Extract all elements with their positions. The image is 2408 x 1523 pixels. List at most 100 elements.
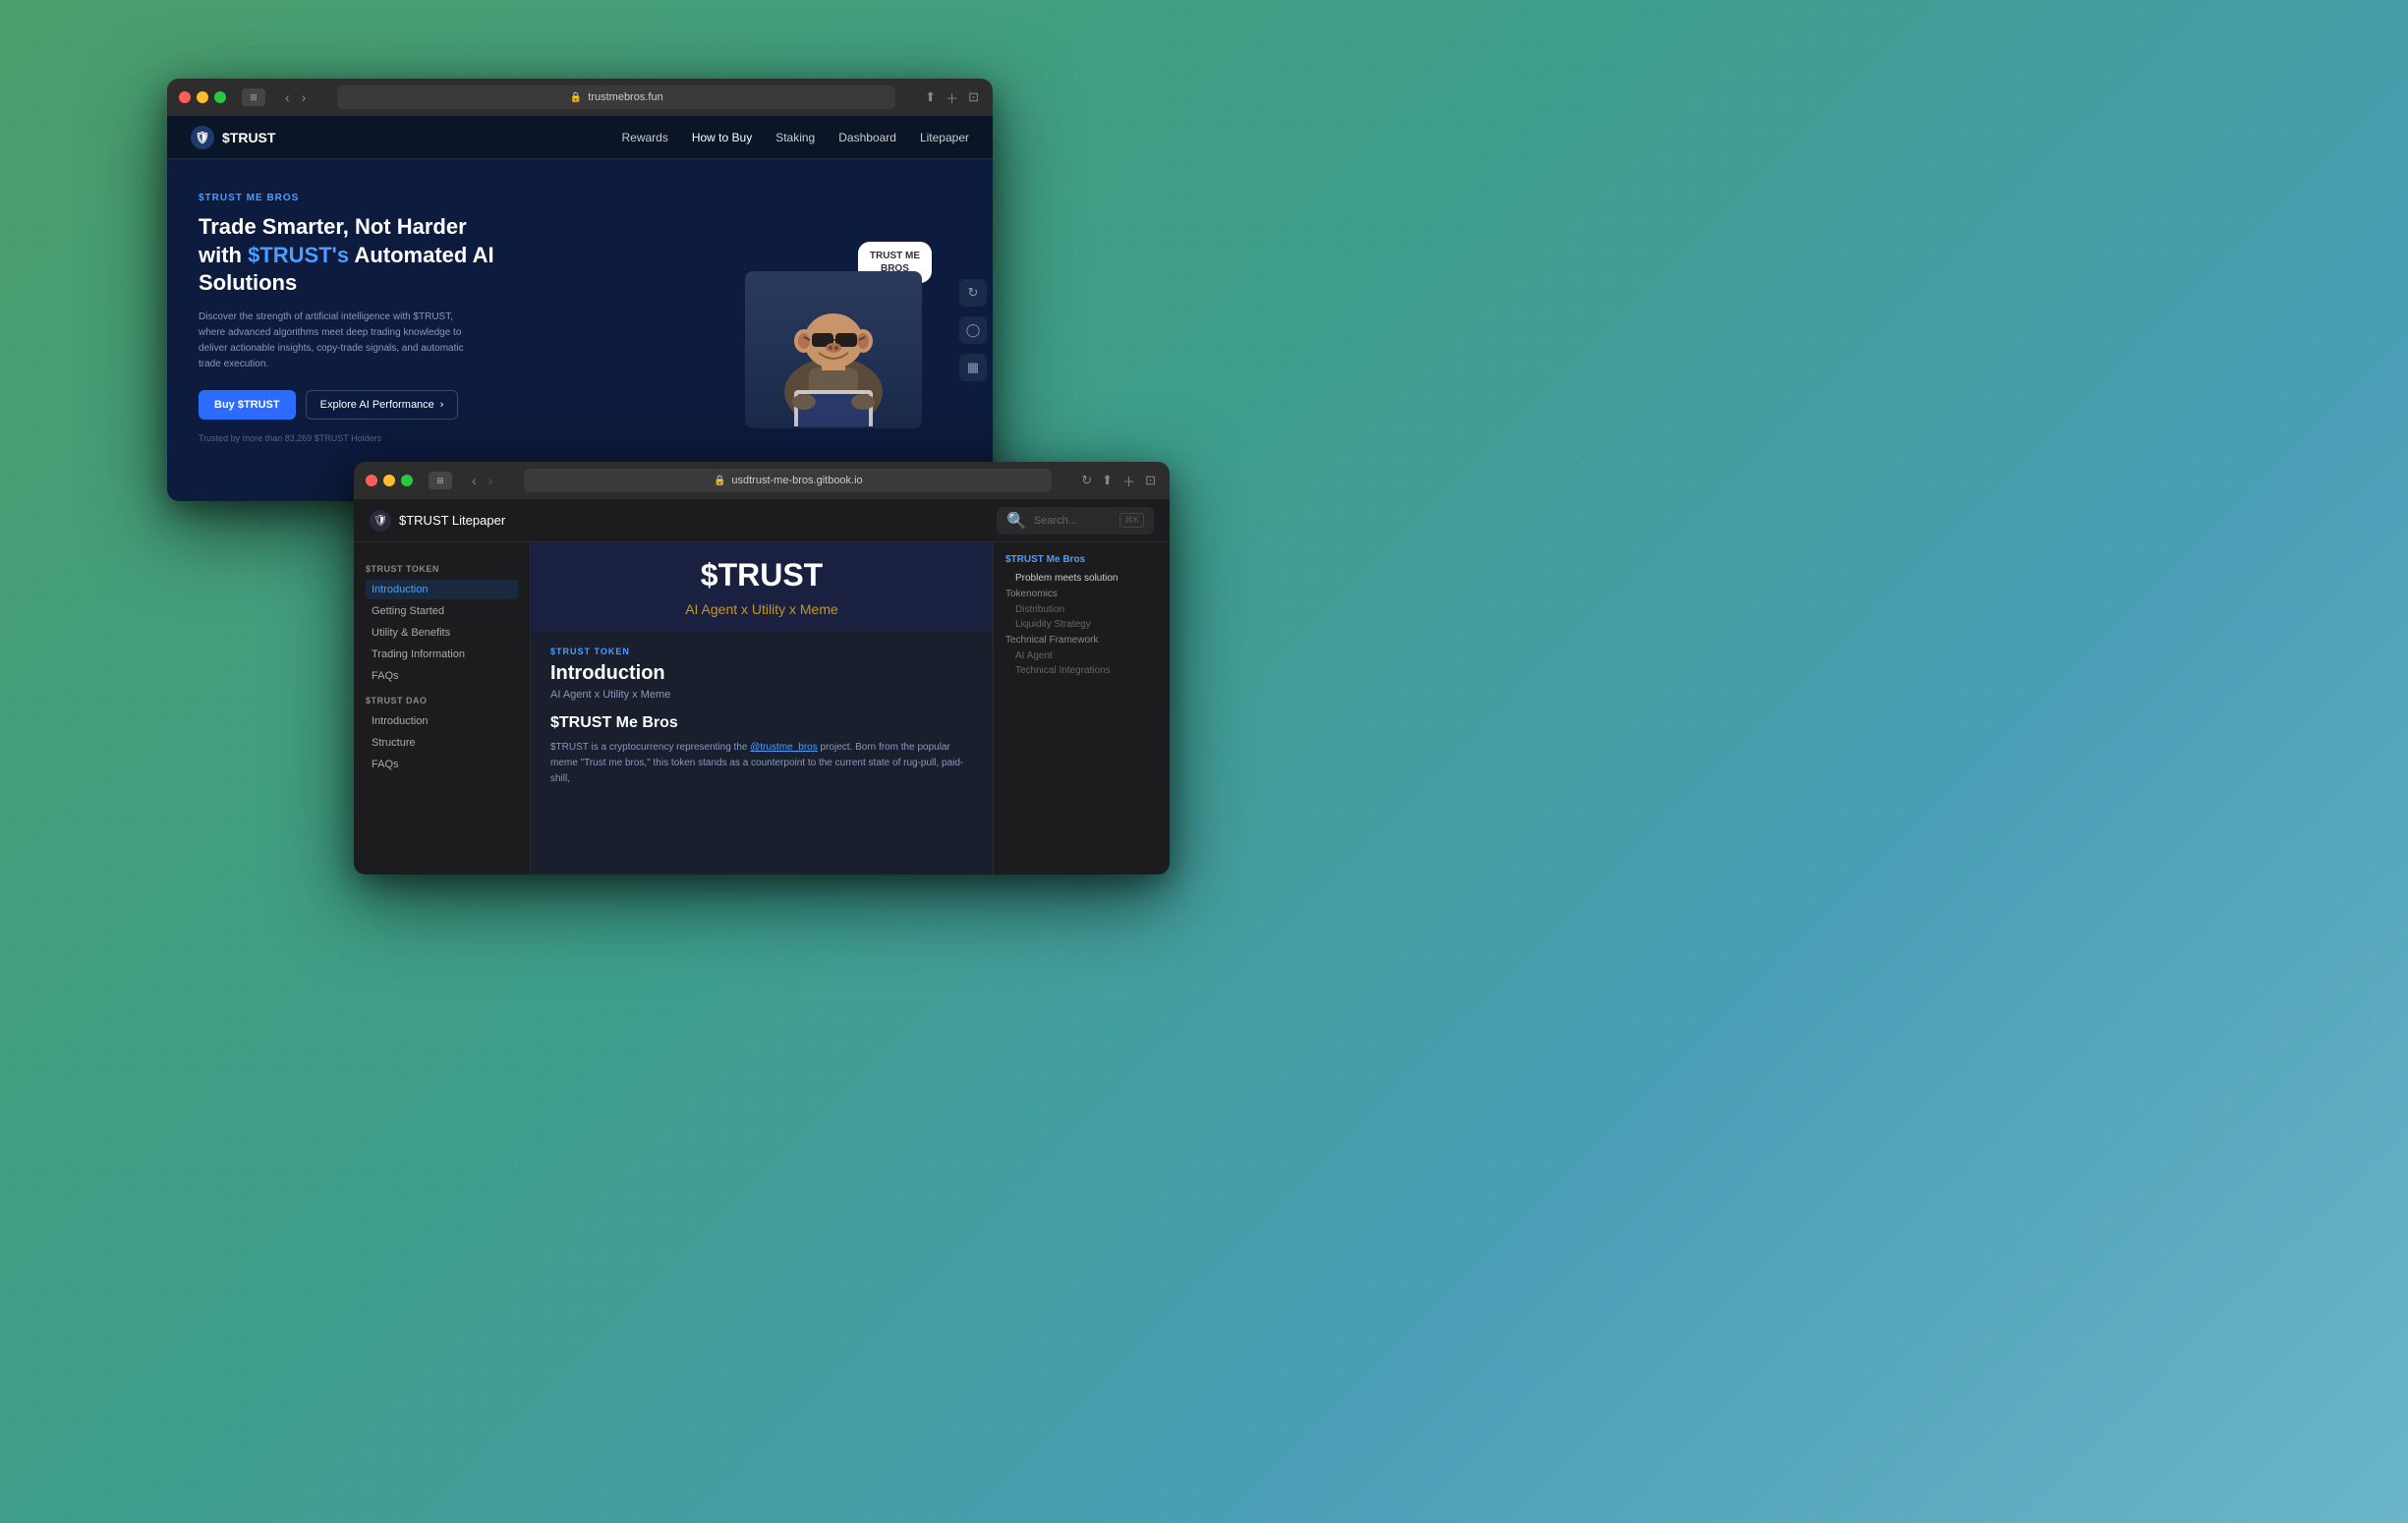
logo-icon: 🛡 [191,126,214,149]
new-tab-icon[interactable]: ＋ [944,86,960,109]
gitbook-sidebar: $TRUST TOKEN Introduction Getting Starte… [354,542,531,874]
hero-trust-text: Trusted by more than 83,269 $TRUST Holde… [199,433,706,443]
explore-button-label: Explore AI Performance [320,399,434,411]
hero-left: $TRUST ME BROS Trade Smarter, Not Harder… [199,183,706,478]
sidebar-item-getting-started[interactable]: Getting Started [366,601,518,621]
hero-title-line1: Trade Smarter, Not Harder [199,214,467,239]
side-icon-refresh[interactable]: ↻ [959,279,987,307]
close-button-front[interactable] [366,475,377,486]
toc-item-problem[interactable]: Problem meets solution [1005,571,1158,586]
article-badge: $TRUST TOKEN [550,647,973,656]
sidebar-item-utility[interactable]: Utility & Benefits [366,623,518,643]
sidebar-item-introduction[interactable]: Introduction [366,580,518,599]
gitbook-hero-title: $TRUST [701,557,823,593]
window-toggle-btn-front[interactable]: ⊞ [429,472,452,489]
monkey-container: TRUST ME BROS [716,232,951,428]
url-text: trustmebros.fun [588,91,662,103]
gitbook-logo-icon: 🛡 [370,510,391,532]
gitbook-toc: $TRUST Me Bros Problem meets solution To… [993,542,1170,874]
maximize-button-front[interactable] [401,475,413,486]
back-arrow-front[interactable]: ‹ [468,471,481,490]
nav-staking[interactable]: Staking [775,131,815,144]
gitbook-logo: 🛡 $TRUST Litepaper [370,510,505,532]
search-shortcut: ⌘K [1119,513,1144,528]
article-subtitle: AI Agent x Utility x Meme [550,689,973,701]
close-button[interactable] [179,91,191,103]
site-nav-links: Rewards How to Buy Staking Dashboard Lit… [621,131,969,144]
hero-badge: $TRUST ME BROS [199,193,706,203]
arrow-icon: › [440,399,444,411]
nav-dashboard[interactable]: Dashboard [838,131,896,144]
address-bar[interactable]: 🔒 trustmebros.fun [337,85,895,109]
sidebar-item-faqs-dao[interactable]: FAQs [366,755,518,774]
reload-icon-front[interactable]: ↻ [1079,471,1094,490]
forward-arrow-front: › [485,471,497,490]
buy-trust-button[interactable]: Buy $TRUST [199,390,296,420]
sidebar-item-structure[interactable]: Structure [366,733,518,753]
back-arrow[interactable]: ‹ [281,87,294,107]
sidebar-item-faqs-token[interactable]: FAQs [366,666,518,686]
hero-title-line2: with $TRUST's Automated AI [199,243,494,267]
tabs-icon[interactable]: ⊡ [966,87,981,107]
speech-line1: TRUST ME [870,250,920,262]
toc-item-ai-agent[interactable]: AI Agent [1005,649,1158,663]
gitbook-hero-subtitle: AI Agent x Utility x Meme [685,601,838,617]
sidebar-item-dao-intro[interactable]: Introduction [366,711,518,731]
nav-arrows-front: ‹ › [468,471,496,490]
gitbook-body: $TRUST TOKEN Introduction Getting Starte… [354,542,1170,874]
side-icons: ↻ ◯ ▦ [959,279,987,381]
toc-item-distribution[interactable]: Distribution [1005,602,1158,617]
titlebar-back: ⊞ ‹ › 🔒 trustmebros.fun ⬆ ＋ ⊡ [167,79,993,116]
titlebar-front: ⊞ ‹ › 🔒 usdtrust-me-bros.gitbook.io ↻ ⬆ … [354,462,1170,499]
gitbook-article: $TRUST TOKEN Introduction AI Agent x Uti… [531,631,993,803]
nav-rewards[interactable]: Rewards [621,131,667,144]
article-section-title: $TRUST Me Bros [550,714,973,732]
titlebar-right-actions: ⬆ ＋ ⊡ [923,86,981,109]
window-controls-front: ⊞ [429,472,452,489]
toc-item-tokenomics[interactable]: Tokenomics [1005,586,1158,602]
side-icon-chat[interactable]: ◯ [959,316,987,344]
toc-item-liquidity[interactable]: Liquidity Strategy [1005,617,1158,632]
article-text-before-link: $TRUST is a cryptocurrency representing … [550,742,750,753]
share-icon[interactable]: ⬆ [923,87,938,107]
tabs-icon-front[interactable]: ⊡ [1143,471,1158,490]
toc-section-title: $TRUST Me Bros [1005,554,1158,565]
gitbook-hero-banner: $TRUST AI Agent x Utility x Meme [531,542,993,631]
minimize-button-front[interactable] [383,475,395,486]
gitbook-logo-text: $TRUST Litepaper [399,513,505,528]
site-logo: 🛡 $TRUST [191,126,275,149]
share-icon-front[interactable]: ⬆ [1100,471,1115,490]
nav-how-to-buy[interactable]: How to Buy [692,131,752,144]
sidebar-item-trading[interactable]: Trading Information [366,645,518,664]
explore-performance-button[interactable]: Explore AI Performance › [306,390,459,420]
toc-item-integrations[interactable]: Technical Integrations [1005,663,1158,678]
article-link[interactable]: @trustme_bros [750,742,818,753]
address-bar-front[interactable]: 🔒 usdtrust-me-bros.gitbook.io [524,469,1052,492]
logo-text: $TRUST [222,130,275,145]
search-placeholder: Search... [1034,515,1112,527]
url-text-front: usdtrust-me-bros.gitbook.io [731,475,862,486]
hero-title: Trade Smarter, Not Harder with $TRUST's … [199,213,706,298]
traffic-lights-back [179,91,226,103]
gitbook-main: $TRUST AI Agent x Utility x Meme $TRUST … [531,542,993,874]
forward-arrow[interactable]: › [298,87,311,107]
minimize-button[interactable] [197,91,208,103]
maximize-button[interactable] [214,91,226,103]
monkey-figure [745,271,922,428]
window-toggle-btn[interactable]: ⊞ [242,88,265,106]
nav-litepaper[interactable]: Litepaper [920,131,969,144]
hero-buttons: Buy $TRUST Explore AI Performance › [199,390,706,420]
browser-window-back: ⊞ ‹ › 🔒 trustmebros.fun ⬆ ＋ ⊡ 🛡 $TRUST R… [167,79,993,501]
titlebar-right-front: ↻ ⬆ ＋ ⊡ [1079,470,1158,492]
nav-arrows: ‹ › [281,87,310,107]
hero-right: TRUST ME BROS [706,183,961,478]
hero-title-line3: Solutions [199,270,297,295]
toc-item-technical[interactable]: Technical Framework [1005,632,1158,649]
lock-icon: 🔒 [570,92,582,103]
browser-window-front: ⊞ ‹ › 🔒 usdtrust-me-bros.gitbook.io ↻ ⬆ … [354,462,1170,874]
gitbook-search-box[interactable]: 🔍 Search... ⌘K [997,507,1154,535]
side-icon-chart[interactable]: ▦ [959,354,987,381]
gitbook-content: 🛡 $TRUST Litepaper 🔍 Search... ⌘K $TRUST… [354,499,1170,874]
sidebar-section-dao: $TRUST DAO [366,696,518,705]
new-tab-icon-front[interactable]: ＋ [1120,470,1137,492]
